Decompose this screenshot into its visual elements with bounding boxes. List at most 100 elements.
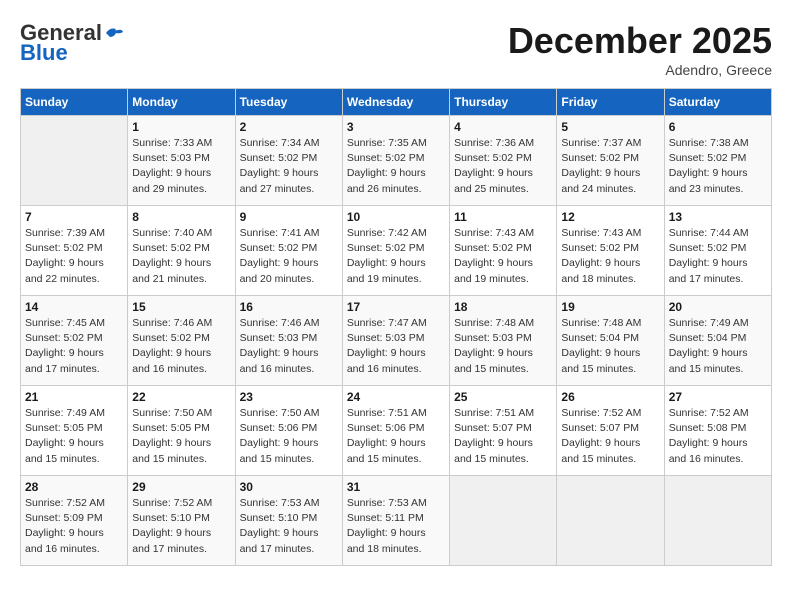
- day-info: Sunrise: 7:48 AMSunset: 5:03 PMDaylight:…: [454, 316, 552, 377]
- day-info: Sunrise: 7:53 AMSunset: 5:11 PMDaylight:…: [347, 496, 445, 557]
- day-number: 12: [561, 210, 659, 224]
- location-subtitle: Adendro, Greece: [508, 62, 772, 78]
- calendar-cell: 26Sunrise: 7:52 AMSunset: 5:07 PMDayligh…: [557, 386, 664, 476]
- calendar-cell: 21 Sunrise: 7:49 AMSunset: 5:05 PMDayligh…: [21, 386, 128, 476]
- calendar-cell: 28 Sunrise: 7:52 AMSunset: 5:09 PMDayligh…: [21, 476, 128, 566]
- day-info: Sunrise: 7:46 AMSunset: 5:02 PMDaylight:…: [132, 316, 230, 377]
- day-info: Sunrise: 7:50 AMSunset: 5:05 PMDaylight:…: [132, 406, 230, 467]
- day-info: Sunrise: 7:53 AMSunset: 5:10 PMDaylight:…: [240, 496, 338, 557]
- col-header-saturday: Saturday: [664, 89, 771, 116]
- calendar-cell: [450, 476, 557, 566]
- day-info: Sunrise: 7:38 AMSunset: 5:02 PMDaylight:…: [669, 136, 767, 197]
- calendar-cell: 29 Sunrise: 7:52 AMSunset: 5:10 PMDayligh…: [128, 476, 235, 566]
- calendar-cell: 12Sunrise: 7:43 AMSunset: 5:02 PMDayligh…: [557, 206, 664, 296]
- col-header-thursday: Thursday: [450, 89, 557, 116]
- calendar-cell: 9Sunrise: 7:41 AMSunset: 5:02 PMDaylight…: [235, 206, 342, 296]
- calendar-week-3: 14Sunrise: 7:45 AMSunset: 5:02 PMDayligh…: [21, 296, 772, 386]
- day-number: 20: [669, 300, 767, 314]
- calendar-week-4: 21 Sunrise: 7:49 AMSunset: 5:05 PMDayligh…: [21, 386, 772, 476]
- day-number: 21: [25, 390, 123, 404]
- month-title: December 2025: [508, 20, 772, 62]
- day-number: 31: [347, 480, 445, 494]
- day-info: Sunrise: 7:43 AMSunset: 5:02 PMDaylight:…: [454, 226, 552, 287]
- calendar-cell: 1 Sunrise: 7:33 AMSunset: 5:03 PMDaylight…: [128, 116, 235, 206]
- day-info: Sunrise: 7:44 AMSunset: 5:02 PMDaylight:…: [669, 226, 767, 287]
- day-info: Sunrise: 7:39 AMSunset: 5:02 PMDaylight:…: [25, 226, 123, 287]
- day-info: Sunrise: 7:33 AMSunset: 5:03 PMDaylight:…: [132, 136, 230, 197]
- day-info: Sunrise: 7:47 AMSunset: 5:03 PMDaylight:…: [347, 316, 445, 377]
- calendar-cell: 19 Sunrise: 7:48 AMSunset: 5:04 PMDayligh…: [557, 296, 664, 386]
- calendar-cell: 27Sunrise: 7:52 AMSunset: 5:08 PMDayligh…: [664, 386, 771, 476]
- day-number: 3: [347, 120, 445, 134]
- calendar-cell: 4 Sunrise: 7:36 AMSunset: 5:02 PMDaylight…: [450, 116, 557, 206]
- calendar-cell: 18Sunrise: 7:48 AMSunset: 5:03 PMDayligh…: [450, 296, 557, 386]
- day-info: Sunrise: 7:49 AMSunset: 5:05 PMDaylight:…: [25, 406, 123, 467]
- day-number: 13: [669, 210, 767, 224]
- calendar-cell: 15 Sunrise: 7:46 AMSunset: 5:02 PMDayligh…: [128, 296, 235, 386]
- calendar-cell: 8 Sunrise: 7:40 AMSunset: 5:02 PMDaylight…: [128, 206, 235, 296]
- page-header: General Blue December 2025 Adendro, Gree…: [20, 20, 772, 78]
- calendar-cell: [557, 476, 664, 566]
- calendar-cell: 30 Sunrise: 7:53 AMSunset: 5:10 PMDayligh…: [235, 476, 342, 566]
- day-info: Sunrise: 7:51 AMSunset: 5:07 PMDaylight:…: [454, 406, 552, 467]
- day-number: 22: [132, 390, 230, 404]
- day-info: Sunrise: 7:48 AMSunset: 5:04 PMDaylight:…: [561, 316, 659, 377]
- day-number: 7: [25, 210, 123, 224]
- calendar-cell: 2 Sunrise: 7:34 AMSunset: 5:02 PMDaylight…: [235, 116, 342, 206]
- day-number: 6: [669, 120, 767, 134]
- day-number: 17: [347, 300, 445, 314]
- day-number: 4: [454, 120, 552, 134]
- col-header-friday: Friday: [557, 89, 664, 116]
- day-number: 16: [240, 300, 338, 314]
- calendar-cell: 20Sunrise: 7:49 AMSunset: 5:04 PMDayligh…: [664, 296, 771, 386]
- day-number: 2: [240, 120, 338, 134]
- day-number: 19: [561, 300, 659, 314]
- col-header-monday: Monday: [128, 89, 235, 116]
- calendar-cell: 14Sunrise: 7:45 AMSunset: 5:02 PMDayligh…: [21, 296, 128, 386]
- col-header-sunday: Sunday: [21, 89, 128, 116]
- day-number: 10: [347, 210, 445, 224]
- calendar-table: SundayMondayTuesdayWednesdayThursdayFrid…: [20, 88, 772, 566]
- day-info: Sunrise: 7:36 AMSunset: 5:02 PMDaylight:…: [454, 136, 552, 197]
- day-info: Sunrise: 7:45 AMSunset: 5:02 PMDaylight:…: [25, 316, 123, 377]
- day-number: 1: [132, 120, 230, 134]
- calendar-cell: 17 Sunrise: 7:47 AMSunset: 5:03 PMDayligh…: [342, 296, 449, 386]
- day-number: 8: [132, 210, 230, 224]
- calendar-cell: 3 Sunrise: 7:35 AMSunset: 5:02 PMDaylight…: [342, 116, 449, 206]
- day-info: Sunrise: 7:40 AMSunset: 5:02 PMDaylight:…: [132, 226, 230, 287]
- day-number: 30: [240, 480, 338, 494]
- day-number: 28: [25, 480, 123, 494]
- day-number: 24: [347, 390, 445, 404]
- calendar-cell: 6 Sunrise: 7:38 AMSunset: 5:02 PMDaylight…: [664, 116, 771, 206]
- day-info: Sunrise: 7:37 AMSunset: 5:02 PMDaylight:…: [561, 136, 659, 197]
- calendar-week-1: 1 Sunrise: 7:33 AMSunset: 5:03 PMDaylight…: [21, 116, 772, 206]
- day-info: Sunrise: 7:42 AMSunset: 5:02 PMDaylight:…: [347, 226, 445, 287]
- col-header-tuesday: Tuesday: [235, 89, 342, 116]
- logo: General Blue: [20, 20, 124, 66]
- day-number: 11: [454, 210, 552, 224]
- day-info: Sunrise: 7:35 AMSunset: 5:02 PMDaylight:…: [347, 136, 445, 197]
- day-info: Sunrise: 7:52 AMSunset: 5:08 PMDaylight:…: [669, 406, 767, 467]
- calendar-cell: 5 Sunrise: 7:37 AMSunset: 5:02 PMDaylight…: [557, 116, 664, 206]
- calendar-cell: 24Sunrise: 7:51 AMSunset: 5:06 PMDayligh…: [342, 386, 449, 476]
- calendar-week-5: 28 Sunrise: 7:52 AMSunset: 5:09 PMDayligh…: [21, 476, 772, 566]
- calendar-week-2: 7 Sunrise: 7:39 AMSunset: 5:02 PMDaylight…: [21, 206, 772, 296]
- day-info: Sunrise: 7:41 AMSunset: 5:02 PMDaylight:…: [240, 226, 338, 287]
- calendar-cell: [664, 476, 771, 566]
- day-info: Sunrise: 7:52 AMSunset: 5:09 PMDaylight:…: [25, 496, 123, 557]
- logo-blue-text: Blue: [20, 40, 68, 66]
- day-number: 15: [132, 300, 230, 314]
- calendar-cell: 13 Sunrise: 7:44 AMSunset: 5:02 PMDayligh…: [664, 206, 771, 296]
- calendar-header-row: SundayMondayTuesdayWednesdayThursdayFrid…: [21, 89, 772, 116]
- day-info: Sunrise: 7:52 AMSunset: 5:07 PMDaylight:…: [561, 406, 659, 467]
- day-info: Sunrise: 7:52 AMSunset: 5:10 PMDaylight:…: [132, 496, 230, 557]
- day-number: 23: [240, 390, 338, 404]
- title-block: December 2025 Adendro, Greece: [508, 20, 772, 78]
- calendar-cell: 7 Sunrise: 7:39 AMSunset: 5:02 PMDaylight…: [21, 206, 128, 296]
- day-info: Sunrise: 7:34 AMSunset: 5:02 PMDaylight:…: [240, 136, 338, 197]
- day-number: 29: [132, 480, 230, 494]
- calendar-cell: 16Sunrise: 7:46 AMSunset: 5:03 PMDayligh…: [235, 296, 342, 386]
- day-number: 5: [561, 120, 659, 134]
- calendar-cell: 11 Sunrise: 7:43 AMSunset: 5:02 PMDayligh…: [450, 206, 557, 296]
- logo-bird-icon: [104, 25, 124, 41]
